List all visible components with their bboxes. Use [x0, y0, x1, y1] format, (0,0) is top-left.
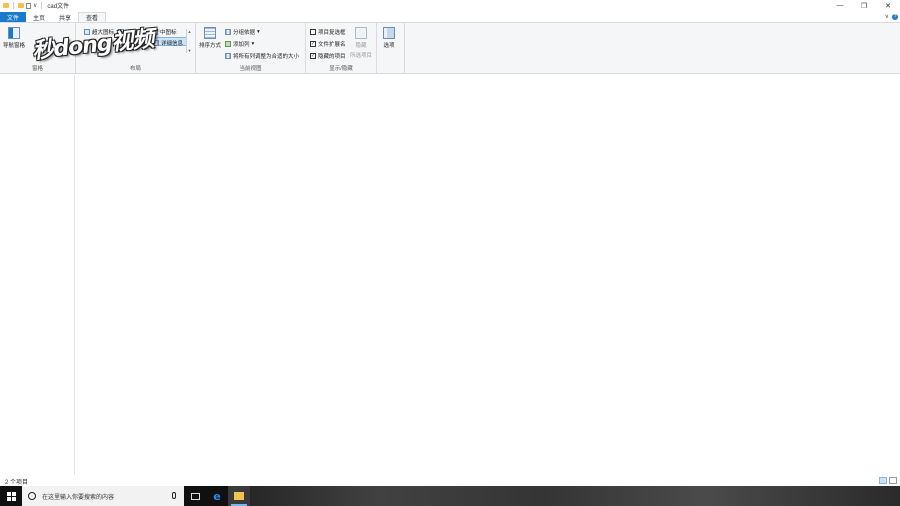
sort-by-button[interactable]: 排序方式 [199, 27, 221, 49]
customize-chevron-icon[interactable]: ∨ [33, 2, 37, 9]
close-button[interactable]: ✕ [876, 0, 900, 11]
layout-details-selected[interactable]: 详细信息 [150, 37, 187, 47]
layout-gallery-scroller[interactable]: ▲ ▼ [186, 29, 192, 53]
edge-button[interactable]: e [206, 486, 228, 506]
view-switch [879, 477, 897, 484]
nav-pane-icon [8, 27, 20, 39]
current-view-group-label: 当前视图 [239, 66, 262, 72]
taskbar: 在这里输入你要搜索的内容 e [0, 486, 900, 506]
layout-medium[interactable]: 中图标 [152, 28, 177, 36]
hide-selected-button[interactable]: 隐藏 所选项目 [350, 27, 372, 59]
hidden-items-checkbox[interactable]: ✓ [310, 53, 316, 59]
item-count: 2 个项目 [5, 479, 29, 486]
nav-pane-button[interactable]: 导航窗格 [3, 27, 25, 49]
blurred-taskbar-region [250, 486, 900, 506]
properties-icon[interactable] [26, 2, 31, 9]
dropdown-arrow-icon: ▾ [257, 29, 260, 35]
taskbar-search-box[interactable]: 在这里输入你要搜索的内容 [22, 486, 184, 506]
item-checkboxes-toggle[interactable]: 项目复选框 [310, 28, 346, 36]
tabs-right-controls: ∨ ? [885, 13, 898, 20]
pane-group-label: 窗格 [31, 66, 43, 72]
scroll-down-icon[interactable]: ▼ [188, 48, 192, 53]
dropdown-arrow-icon: ▾ [251, 41, 255, 47]
layout-details: 详细信息 [153, 39, 183, 47]
large-icons-view-icon[interactable] [889, 477, 897, 484]
tab-home[interactable]: 主页 [26, 12, 52, 22]
tab-view[interactable]: 查看 [78, 12, 107, 22]
options-group: 选项 [377, 23, 405, 74]
new-folder-icon[interactable] [18, 3, 24, 8]
hidden-items-toggle[interactable]: ✓ 隐藏的项目 [310, 52, 346, 60]
fit-columns-icon [225, 53, 231, 59]
fit-columns-button[interactable]: 将所有列调整为合适的大小 [225, 52, 299, 60]
add-column-button[interactable]: 添加列 ▾ [225, 40, 254, 48]
options-button[interactable]: 选项 [383, 27, 395, 49]
window-title: cad文件 [47, 4, 70, 10]
task-view-icon [190, 492, 200, 500]
group-by-button[interactable]: 分组依据 ▾ [225, 28, 260, 36]
separator [41, 2, 43, 9]
ribbon-tabs: 文件 主页 共享 查看 ∨ ? [0, 11, 900, 22]
nav-pane-label: 导航窗格 [3, 43, 26, 49]
tab-share[interactable]: 共享 [52, 12, 78, 22]
separator [13, 2, 14, 9]
sort-by-icon [204, 27, 216, 39]
task-view-button[interactable] [184, 486, 206, 506]
navigation-pane[interactable] [0, 75, 75, 475]
file-extensions-checkbox[interactable]: ✓ [310, 41, 316, 47]
status-bar: 2 个项目 [0, 476, 900, 486]
title-bar: ∨ cad文件 — ❐ ✕ [0, 0, 900, 11]
file-explorer-button[interactable] [228, 486, 250, 506]
current-view-group: 排序方式 分组依据 ▾ 添加列 ▾ 将所有列调整为合适的大小 当前视图 [196, 23, 306, 74]
hide-selected-icon [355, 27, 367, 39]
scroll-up-icon[interactable]: ▲ [188, 29, 192, 34]
details-view-icon[interactable] [879, 477, 887, 484]
cortana-icon [28, 492, 36, 500]
start-button[interactable] [0, 486, 22, 506]
medium-icons-icon [152, 29, 158, 35]
file-list-area[interactable] [75, 75, 900, 475]
item-checkboxes-checkbox[interactable] [310, 29, 316, 35]
maximize-button[interactable]: ❐ [852, 0, 876, 11]
options-icon [383, 27, 395, 39]
microphone-icon[interactable] [172, 492, 176, 499]
collapse-ribbon-chevron-icon[interactable]: ∨ [885, 13, 889, 20]
group-by-icon [225, 29, 231, 35]
show-hide-group-label: 显示/隐藏 [329, 66, 353, 72]
help-icon[interactable]: ? [892, 13, 898, 20]
search-placeholder: 在这里输入你要搜索的内容 [42, 494, 115, 501]
file-explorer-icon [234, 492, 244, 500]
show-hide-group: 项目复选框 ✓ 文件扩展名 ✓ 隐藏的项目 隐藏 所选项目 显示/隐藏 [306, 23, 377, 74]
tab-file[interactable]: 文件 [0, 12, 27, 22]
edge-browser-icon: e [213, 489, 221, 503]
window-controls: — ❐ ✕ [828, 0, 900, 11]
layout-group-label: 布局 [129, 66, 141, 72]
windows-logo-icon [6, 491, 16, 501]
file-extensions-toggle[interactable]: ✓ 文件扩展名 [310, 40, 346, 48]
folder-icon[interactable] [3, 3, 9, 8]
quick-access-toolbar: ∨ [0, 0, 44, 11]
minimize-button[interactable]: — [828, 0, 852, 11]
add-column-icon [225, 41, 231, 47]
